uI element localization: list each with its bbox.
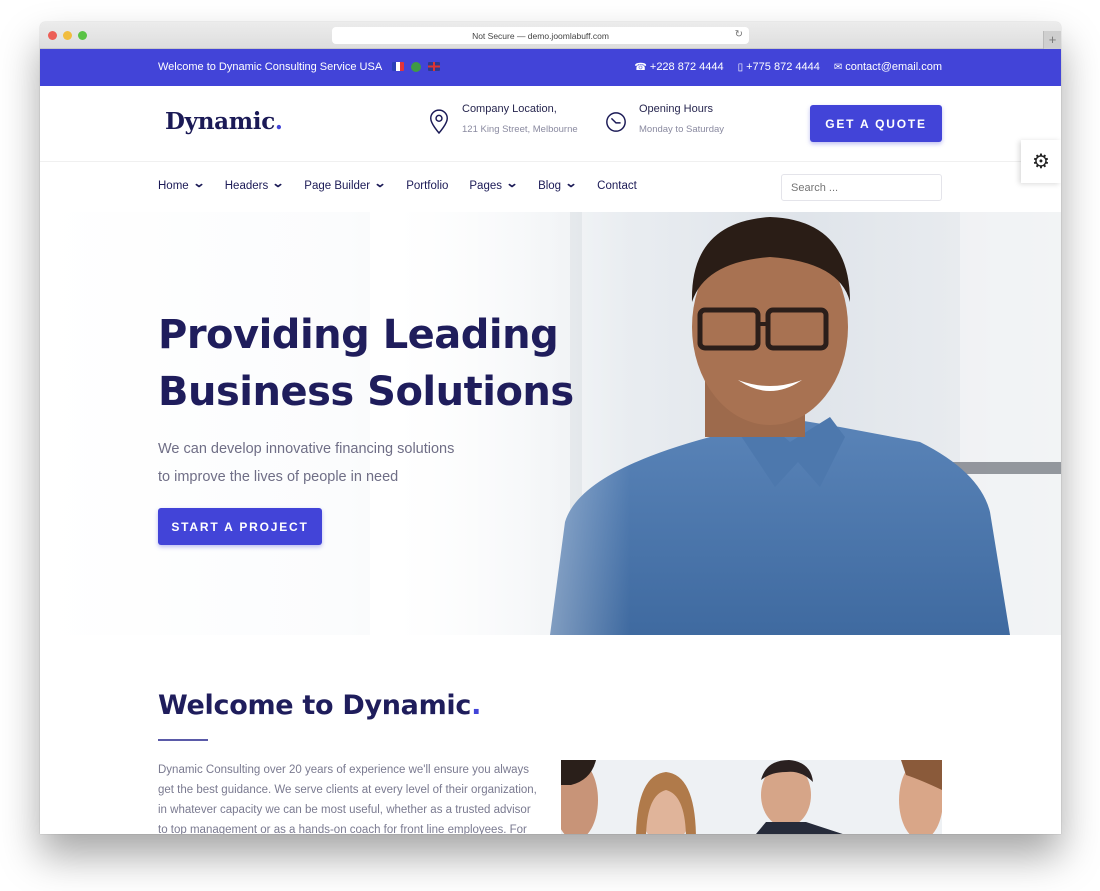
- welcome-heading: Welcome to Dynamic.: [158, 690, 481, 721]
- hero-subtitle-line-2: to improve the lives of people in need: [158, 469, 399, 485]
- welcome-heading-text: Welcome to Dynamic: [158, 690, 472, 721]
- nav-item-headers[interactable]: Headers ⌄: [224, 176, 285, 192]
- location-address: 121 King Street, Melbourne: [462, 124, 578, 135]
- phone-contact[interactable]: ☎ +228 872 4444: [634, 61, 723, 73]
- top-info-bar: Welcome to Dynamic Consulting Service US…: [40, 49, 1061, 86]
- email-address: contact@email.com: [845, 61, 942, 73]
- logo-text: Dynamic: [165, 108, 275, 135]
- contact-info: ☎ +228 872 4444 ▯ +775 872 4444 ✉ contac…: [634, 61, 942, 73]
- chevron-down-icon: ⌄: [192, 176, 206, 190]
- nav-item-page-builder[interactable]: Page Builder ⌄: [304, 176, 386, 192]
- chevron-down-icon: ⌄: [505, 176, 519, 190]
- mobile-number: +775 872 4444: [746, 61, 820, 73]
- mobile-icon: ▯: [737, 61, 744, 73]
- hero-title: Providing Leading Business Solutions: [158, 307, 574, 421]
- nav-item-label: Portfolio: [406, 180, 449, 192]
- hero-subtitle-line-1: We can develop innovative financing solu…: [158, 441, 455, 457]
- url-text: Not Secure — demo.joomlabuff.com: [472, 30, 609, 41]
- new-tab-button[interactable]: +: [1043, 31, 1061, 49]
- welcome-message: Welcome to Dynamic Consulting Service US…: [158, 61, 383, 73]
- chevron-down-icon: ⌄: [373, 176, 387, 190]
- nav-item-home[interactable]: Home ⌄: [158, 176, 205, 192]
- nav-item-blog[interactable]: Blog ⌄: [538, 176, 578, 192]
- browser-toolbar: Not Secure — demo.joomlabuff.com ↻ +: [40, 22, 1061, 49]
- email-contact[interactable]: ✉ contact@email.com: [834, 61, 942, 73]
- flag-uk-icon[interactable]: [428, 62, 440, 71]
- heading-underline: [158, 739, 208, 741]
- logo-dot: .: [274, 108, 283, 135]
- nav-item-label: Pages: [469, 180, 502, 192]
- nav-item-pages[interactable]: Pages ⌄: [469, 176, 518, 192]
- chevron-down-icon: ⌄: [564, 176, 578, 190]
- search-input[interactable]: [781, 174, 942, 201]
- settings-panel-toggle[interactable]: ⚙: [1021, 140, 1061, 183]
- nav-item-label: Home: [158, 180, 189, 192]
- flag-france-icon[interactable]: [392, 62, 404, 71]
- minimize-window-button[interactable]: [63, 31, 72, 40]
- nav-item-portfolio[interactable]: Portfolio: [406, 180, 448, 192]
- welcome-paragraph: Dynamic Consulting over 20 years of expe…: [158, 764, 537, 834]
- hours-title: Opening Hours: [639, 103, 713, 115]
- phone-number: +228 872 4444: [649, 61, 724, 73]
- browser-window: Not Secure — demo.joomlabuff.com ↻ + Wel…: [40, 22, 1061, 834]
- nav-menu: Home ⌄ Headers ⌄ Page Builder ⌄ Portfolio Pages…: [158, 176, 637, 192]
- hero-subtitle: We can develop innovative financing solu…: [158, 435, 454, 491]
- welcome-section: Welcome to Dynamic. Dynamic Consulting o…: [40, 635, 1061, 834]
- site-logo[interactable]: Dynamic.: [165, 108, 283, 135]
- clock-icon: [606, 112, 626, 132]
- company-location: Company Location, 121 King Street, Melbo…: [428, 103, 578, 135]
- close-window-button[interactable]: [48, 31, 57, 40]
- nav-item-label: Blog: [538, 180, 562, 192]
- nav-item-label: Contact: [597, 180, 637, 192]
- hero-fade-overlay: [370, 212, 630, 635]
- mobile-contact[interactable]: ▯ +775 872 4444: [738, 61, 820, 73]
- hours-value: Monday to Saturday: [639, 124, 725, 135]
- hero-title-line-1: Providing Leading: [158, 312, 559, 358]
- envelope-icon: ✉: [833, 61, 843, 73]
- phone-icon: ☎: [634, 61, 647, 73]
- map-pin-icon: [430, 109, 448, 135]
- nav-item-label: Page Builder: [304, 180, 371, 192]
- hero-title-line-2: Business Solutions: [158, 369, 574, 415]
- nav-item-label: Headers: [224, 180, 269, 192]
- start-a-project-button[interactable]: START A PROJECT: [158, 508, 322, 545]
- main-navigation: Home ⌄ Headers ⌄ Page Builder ⌄ Portfolio Pages…: [40, 162, 1061, 212]
- flag-saudi-arabia-icon[interactable]: [411, 62, 421, 72]
- reload-icon[interactable]: ↻: [735, 29, 743, 40]
- gear-icon: ⚙: [1032, 151, 1050, 173]
- location-title: Company Location,: [462, 103, 557, 115]
- address-bar[interactable]: Not Secure — demo.joomlabuff.com ↻: [332, 27, 749, 44]
- hero-section: Providing Leading Business Solutions We …: [40, 212, 1061, 635]
- get-a-quote-button[interactable]: GET A QUOTE: [810, 105, 942, 142]
- nav-item-contact[interactable]: Contact: [597, 180, 637, 192]
- chevron-down-icon: ⌄: [271, 176, 285, 190]
- opening-hours: Opening Hours Monday to Saturday: [605, 103, 724, 135]
- site-header: Dynamic. Company Location, 121 King Stre…: [40, 86, 1061, 162]
- team-meeting-photo: [561, 760, 942, 834]
- language-switcher: [392, 62, 440, 72]
- welcome-heading-dot: .: [471, 690, 482, 721]
- maximize-window-button[interactable]: [78, 31, 87, 40]
